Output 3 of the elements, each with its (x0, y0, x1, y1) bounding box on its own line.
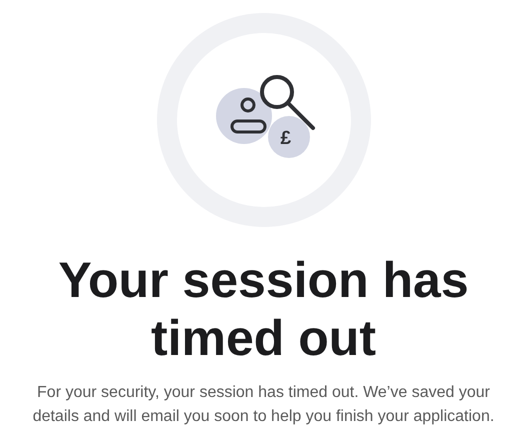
pound-symbol: £ (280, 129, 292, 148)
page-heading: Your session has timed out (57, 251, 470, 367)
message-text: For your security, your session has timed out. We’ve saved your details and will email you soon to help you finish your application. (32, 383, 496, 427)
